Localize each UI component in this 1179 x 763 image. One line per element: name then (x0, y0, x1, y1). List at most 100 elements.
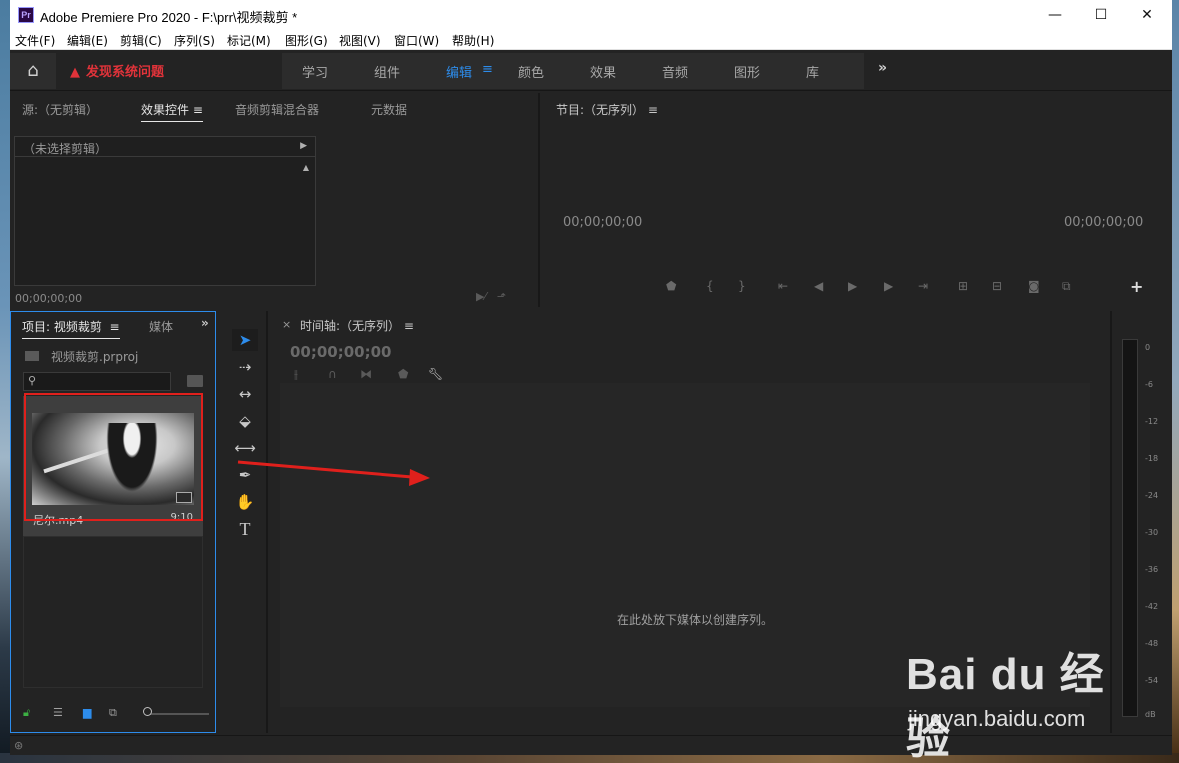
system-warning[interactable]: ▲ 发现系统问题 (70, 61, 164, 80)
export-frame-icon[interactable]: ◙ (1028, 279, 1040, 293)
tab-audio-clip-mixer[interactable]: 音频剪辑混合器 (235, 101, 319, 118)
close-button[interactable]: ✕ (1124, 0, 1170, 30)
lock-icon[interactable]: 🔓︎ (23, 706, 30, 720)
workspace-tab-libraries[interactable]: 库 (806, 62, 819, 81)
comparison-view-icon[interactable]: ⧉ (1062, 279, 1071, 294)
menu-edit[interactable]: 编辑(E) (67, 32, 108, 49)
project-search-input[interactable]: ⚲ (23, 372, 171, 391)
type-tool-icon[interactable]: T (232, 518, 258, 540)
list-view-icon[interactable]: ☰ (53, 706, 63, 719)
workspace-tab-learning[interactable]: 学习 (302, 62, 328, 81)
panel-menu-icon[interactable]: ≡ (648, 103, 658, 117)
linked-selection-icon[interactable]: ⧓ (360, 367, 372, 381)
wrench-icon[interactable]: 🔧︎ (428, 367, 443, 381)
zoom-slider[interactable] (145, 713, 209, 715)
watermark-logo: Bai du 经验 (906, 650, 1105, 763)
scroll-up-icon[interactable]: ▲ (303, 163, 309, 172)
add-marker-icon[interactable]: ⬟ (398, 367, 408, 381)
meter-label: -48 (1145, 639, 1159, 648)
menu-graphics[interactable]: 图形(G) (285, 32, 328, 49)
project-file-name: 视频裁剪.prproj (51, 350, 139, 364)
step-back-icon[interactable]: ◀ (814, 279, 823, 293)
menu-help[interactable]: 帮助(H) (452, 32, 494, 49)
new-search-bin-icon[interactable] (187, 375, 203, 387)
go-to-in-icon[interactable]: ⇤ (778, 279, 788, 293)
program-monitor: 节目:（无序列） ≡ 00;00;00;00 00;00;00;00 ⬟ { }… (542, 93, 1170, 307)
slip-tool-icon[interactable]: ⟷ (232, 437, 258, 459)
tab-media[interactable]: 媒体 (149, 318, 173, 335)
tab-source[interactable]: 源:（无剪辑） (22, 101, 98, 118)
button-editor-add[interactable]: + (1130, 277, 1143, 296)
timeline-title[interactable]: 时间轴:（无序列） ≡ (300, 317, 414, 334)
lift-icon[interactable]: ⊞ (958, 279, 968, 293)
program-monitor-title[interactable]: 节目:（无序列） ≡ (556, 101, 658, 118)
menu-file[interactable]: 文件(F) (15, 32, 55, 49)
menu-bar: 文件(F) 编辑(E) 剪辑(C) 序列(S) 标记(M) 图形(G) 视图(V… (10, 30, 1172, 50)
menu-clip[interactable]: 剪辑(C) (120, 32, 162, 49)
workspace-tab-color[interactable]: 颜色 (518, 62, 544, 81)
audio-meter-track[interactable] (1122, 339, 1138, 717)
menu-view[interactable]: 视图(V) (339, 32, 381, 49)
workspace-tab-effects[interactable]: 效果 (590, 62, 616, 81)
timeline-title-label: 时间轴:（无序列） (300, 319, 401, 333)
workspace-tab-editing[interactable]: 编辑 (446, 62, 472, 81)
freeform-view-icon[interactable]: ⧉ (109, 706, 117, 720)
tab-project[interactable]: 项目: 视频裁剪 ≡ (22, 318, 120, 339)
track-select-tool-icon[interactable]: ⇢ (232, 356, 258, 378)
tab-project-label: 项目: 视频裁剪 (22, 320, 102, 334)
filter-clip-icons[interactable]: ▶⁄ ⬏ (476, 290, 506, 303)
play-icon[interactable]: ▶ (848, 279, 857, 293)
expand-right-icon[interactable]: ▶ (300, 141, 307, 151)
meter-label: -6 (1145, 380, 1153, 389)
close-timeline-icon[interactable]: × (282, 318, 291, 331)
panel-menu-icon[interactable]: ≡ (110, 320, 120, 334)
premiere-app-icon: Pr (18, 7, 34, 23)
add-marker-icon[interactable]: ⬟ (666, 279, 676, 293)
mark-in-icon[interactable]: { (706, 279, 714, 293)
timeline-playhead-timecode[interactable]: 00;00;00;00 (290, 343, 392, 361)
meter-label: -36 (1145, 565, 1159, 574)
project-folder-icon (25, 351, 39, 361)
transport-controls: ⬟ { } ⇤ ◀ ▶ ▶ ⇥ ⊞ ⊟ ◙ ⧉ (666, 279, 1136, 295)
step-forward-icon[interactable]: ▶ (884, 279, 893, 293)
pen-tool-icon[interactable]: ✒ (232, 464, 258, 486)
maximize-button[interactable]: ☐ (1078, 0, 1124, 30)
zoom-slider-handle[interactable] (143, 707, 152, 716)
meter-label: -30 (1145, 528, 1159, 537)
selection-tool-icon[interactable]: ➤ (232, 329, 258, 351)
menu-sequence[interactable]: 序列(S) (174, 32, 215, 49)
menu-marker[interactable]: 标记(M) (227, 32, 271, 49)
no-clip-selected-label: （未选择剪辑） (23, 142, 108, 156)
menu-window[interactable]: 窗口(W) (394, 32, 439, 49)
extract-icon[interactable]: ⊟ (992, 279, 1002, 293)
program-playhead-timecode[interactable]: 00;00;00;00 (563, 215, 642, 230)
snap-icon[interactable]: ∩ (328, 367, 337, 381)
icon-view-icon[interactable]: ▆ (83, 706, 91, 719)
nest-sequence-icon[interactable]: ⫲ (294, 367, 298, 382)
tab-effect-controls[interactable]: 效果控件 ≡ (141, 101, 203, 122)
workspace-tabs: 学习 组件 编辑 ≡ 颜色 效果 音频 图形 库 (282, 53, 864, 89)
creative-cloud-icon[interactable]: ⊛ (14, 739, 23, 752)
ripple-edit-tool-icon[interactable]: ↔ (232, 383, 258, 405)
hand-tool-icon[interactable]: ✋ (232, 491, 258, 513)
mark-out-icon[interactable]: } (738, 279, 746, 293)
panel-more-icon[interactable]: » (201, 316, 209, 330)
go-to-out-icon[interactable]: ⇥ (918, 279, 928, 293)
home-button[interactable]: ⌂ (10, 53, 56, 89)
razor-tool-icon[interactable]: ⬙ (232, 410, 258, 432)
workspace-bar: ⌂ ▲ 发现系统问题 学习 组件 编辑 ≡ 颜色 效果 音频 图形 库 » (10, 51, 1172, 91)
workspace-tab-audio[interactable]: 音频 (662, 62, 688, 81)
source-timecode[interactable]: 00;00;00;00 (15, 292, 82, 305)
panel-menu-icon[interactable]: ≡ (404, 319, 414, 333)
workspace-more-icon[interactable]: » (878, 60, 887, 76)
desktop-background-right (1171, 0, 1179, 763)
project-panel: 项目: 视频裁剪 ≡ 媒体 » 视频裁剪.prproj ⚲ 尼尔.mp4 9:1… (10, 311, 216, 733)
baidu-jingyan-watermark: Bai du 经验 jingyan.baidu.com (906, 638, 1116, 763)
tab-metadata[interactable]: 元数据 (371, 101, 407, 118)
workspace-menu-icon[interactable]: ≡ (482, 62, 493, 77)
workspace-tab-assembly[interactable]: 组件 (374, 62, 400, 81)
project-bin-area[interactable] (23, 536, 203, 688)
workspace-tab-graphics[interactable]: 图形 (734, 62, 760, 81)
minimize-button[interactable]: — (1032, 0, 1078, 30)
panel-menu-icon[interactable]: ≡ (193, 103, 203, 117)
